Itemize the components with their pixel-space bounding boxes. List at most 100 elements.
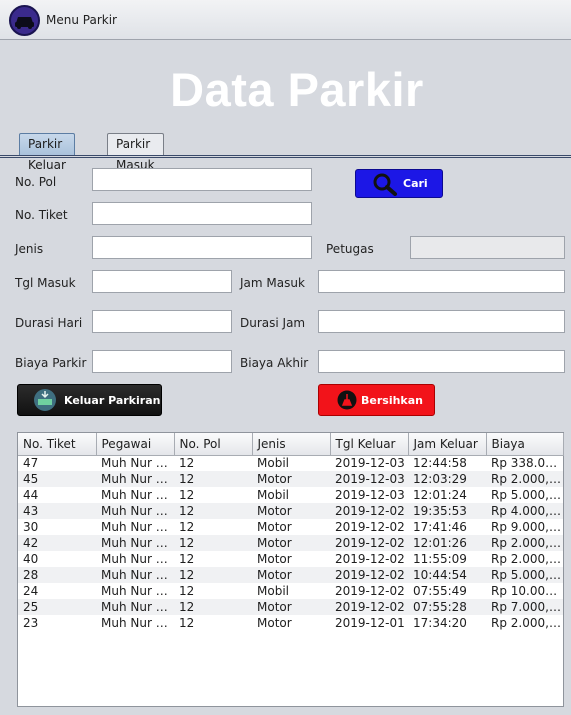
cell-biaya: Rp 2.000,00 — [486, 535, 563, 551]
table-row[interactable]: 42 Muh Nur A... 12 Motor 2019-12-02 12:01:26 R… — [18, 535, 563, 551]
cell-no-tiket: 44 — [23, 488, 39, 502]
cell-biaya: Rp 4.000,00 — [486, 503, 563, 519]
column-header-pegawai[interactable]: Pegawai — [96, 433, 175, 456]
exit-gate-icon — [30, 388, 60, 412]
cell-tgl-keluar: 2019-12-01 — [335, 616, 405, 630]
cell-tgl-keluar: 2019-12-02 — [330, 567, 408, 583]
cell-no-tiket: 47 — [23, 456, 39, 471]
cell-biaya: Rp 2.000,00 — [486, 471, 563, 487]
cell-jenis: Motor — [252, 599, 330, 615]
jenis-input[interactable] — [92, 236, 312, 259]
table-header-row: No. Tiket Pegawai No. Pol Jenis Tgl Kelu… — [18, 433, 564, 456]
no-pol-input[interactable] — [92, 168, 312, 191]
cell-no-tiket: 30 — [23, 520, 39, 534]
cell-biaya: Rp 2.000,00 — [491, 552, 563, 566]
cell-pegawai: Muh Nur A... — [101, 584, 174, 598]
cell-tgl-keluar: 2019-12-02 — [330, 503, 408, 519]
cell-pegawai: Muh Nur A... — [96, 535, 174, 551]
search-icon — [371, 172, 399, 196]
cell-no-pol: 12 — [179, 584, 195, 598]
cell-jenis: Mobil — [257, 456, 289, 471]
cell-jenis: Mobil — [257, 488, 289, 502]
keluar-parkiran-label: Keluar Parkiran — [64, 393, 161, 407]
cell-tgl-keluar: 2019-12-03 — [330, 471, 408, 487]
cell-no-tiket: 25 — [18, 599, 96, 615]
cell-jenis: Motor — [257, 552, 292, 566]
jam-masuk-input[interactable] — [318, 270, 565, 293]
cell-jenis: Motor — [257, 520, 292, 534]
jenis-label: Jenis — [15, 242, 44, 256]
column-header-jam-keluar[interactable]: Jam Keluar — [408, 433, 487, 456]
bersihkan-button[interactable]: Bersihkan — [318, 384, 435, 416]
biaya-akhir-input[interactable] — [318, 350, 565, 373]
cell-no-tiket: 40 — [23, 552, 39, 566]
biaya-akhir-label: Biaya Akhir — [240, 356, 309, 370]
cell-no-tiket: 28 — [18, 567, 96, 583]
table-row[interactable]: 40 Muh Nur A... 12 Motor 2019-12-02 11:55:09 R… — [18, 551, 563, 567]
car-icon — [9, 5, 40, 36]
cell-no-pol: 12 — [179, 488, 195, 502]
no-tiket-label: No. Tiket — [15, 208, 68, 222]
parking-table[interactable]: No. Tiket Pegawai No. Pol Jenis Tgl Kelu… — [17, 432, 564, 707]
cell-jenis: Motor — [252, 567, 330, 583]
table-row[interactable]: 28 Muh Nur A... 12 Motor 2019-12-02 10:44:54 R… — [18, 567, 563, 583]
biaya-parkir-input[interactable] — [92, 350, 232, 373]
cell-jenis: Motor — [252, 503, 330, 519]
cell-jenis: Motor — [252, 471, 330, 487]
window-titlebar: Menu Parkir — [0, 0, 571, 40]
no-tiket-input[interactable] — [92, 202, 312, 225]
cell-pegawai: Muh Nur A... — [101, 488, 174, 502]
cell-jam-keluar: 12:03:29 — [408, 471, 486, 487]
tgl-masuk-input[interactable] — [92, 270, 232, 293]
cell-jam-keluar: 17:41:46 — [413, 520, 467, 534]
table-row[interactable]: 47 Muh Nur A... 12 Mobil 2019-12-03 12:44:58 R… — [18, 455, 563, 471]
tab-parkir-masuk[interactable]: Parkir Masuk — [107, 133, 164, 172]
column-header-no-tiket[interactable]: No. Tiket — [18, 433, 97, 456]
cell-pegawai: Muh Nur A... — [96, 471, 174, 487]
cari-button[interactable]: Cari — [355, 169, 443, 198]
bersihkan-label: Bersihkan — [361, 393, 423, 407]
cell-pegawai: Muh Nur A... — [96, 503, 174, 519]
cell-jam-keluar: 10:44:54 — [408, 567, 486, 583]
cell-tgl-keluar: 2019-12-02 — [335, 584, 405, 598]
keluar-parkiran-button[interactable]: Keluar Parkiran — [17, 384, 162, 416]
cell-jam-keluar: 12:01:24 — [413, 488, 467, 502]
durasi-hari-input[interactable] — [92, 310, 232, 333]
table-row[interactable]: 44 Muh Nur A... 12 Mobil 2019-12-03 12:01:24 R… — [18, 487, 563, 503]
cell-no-pol: 12 — [174, 599, 252, 615]
cell-pegawai: Muh Nur A... — [101, 616, 174, 630]
cell-tgl-keluar: 2019-12-03 — [335, 456, 405, 471]
cell-biaya: Rp 9.000,00 — [491, 520, 563, 534]
table-row[interactable]: 24 Muh Nur A... 12 Mobil 2019-12-02 07:55:49 R… — [18, 583, 563, 599]
table-row[interactable]: 43 Muh Nur A... 12 Motor 2019-12-02 19:35:53 R… — [18, 503, 563, 519]
cell-no-pol: 12 — [174, 567, 252, 583]
cell-jam-keluar: 12:44:58 — [413, 456, 467, 471]
cell-biaya: Rp 5.000,00 — [491, 488, 563, 502]
table-row[interactable]: 23 Muh Nur A... 12 Motor 2019-12-01 17:34:20 R… — [18, 615, 563, 631]
cell-biaya: Rp 7.000,00 — [486, 599, 563, 615]
cell-biaya: Rp 2.000,00 — [491, 616, 563, 630]
column-header-jenis[interactable]: Jenis — [252, 433, 331, 456]
cell-jam-keluar: 12:01:26 — [408, 535, 486, 551]
cell-no-pol: 12 — [174, 471, 252, 487]
cell-biaya: Rp 338.00... — [491, 456, 563, 471]
column-header-no-pol[interactable]: No. Pol — [174, 433, 253, 456]
petugas-input — [410, 236, 565, 259]
tab-parkir-keluar[interactable]: Parkir Keluar — [19, 133, 75, 172]
window-title: Menu Parkir — [46, 13, 117, 27]
cell-pegawai: Muh Nur A... — [101, 520, 174, 534]
table-row[interactable]: 25 Muh Nur A... 12 Motor 2019-12-02 07:55:28 R… — [18, 599, 563, 615]
table-row[interactable]: 30 Muh Nur A... 12 Motor 2019-12-02 17:41:46 R… — [18, 519, 563, 535]
cell-no-pol: 12 — [179, 616, 195, 630]
tab-divider — [0, 155, 571, 158]
column-header-biaya[interactable]: Biaya — [486, 433, 564, 456]
column-header-tgl-keluar[interactable]: Tgl Keluar — [330, 433, 409, 456]
durasi-jam-input[interactable] — [318, 310, 565, 333]
cell-pegawai: Muh Nur A... — [101, 552, 174, 566]
table-row[interactable]: 45 Muh Nur A... 12 Motor 2019-12-03 12:03:29 R… — [18, 471, 563, 487]
cell-biaya: Rp 5.000,00 — [486, 567, 563, 583]
durasi-hari-label: Durasi Hari — [15, 316, 83, 330]
cell-jenis: Mobil — [257, 584, 289, 598]
broom-icon — [337, 390, 357, 410]
cell-no-tiket: 24 — [23, 584, 39, 598]
